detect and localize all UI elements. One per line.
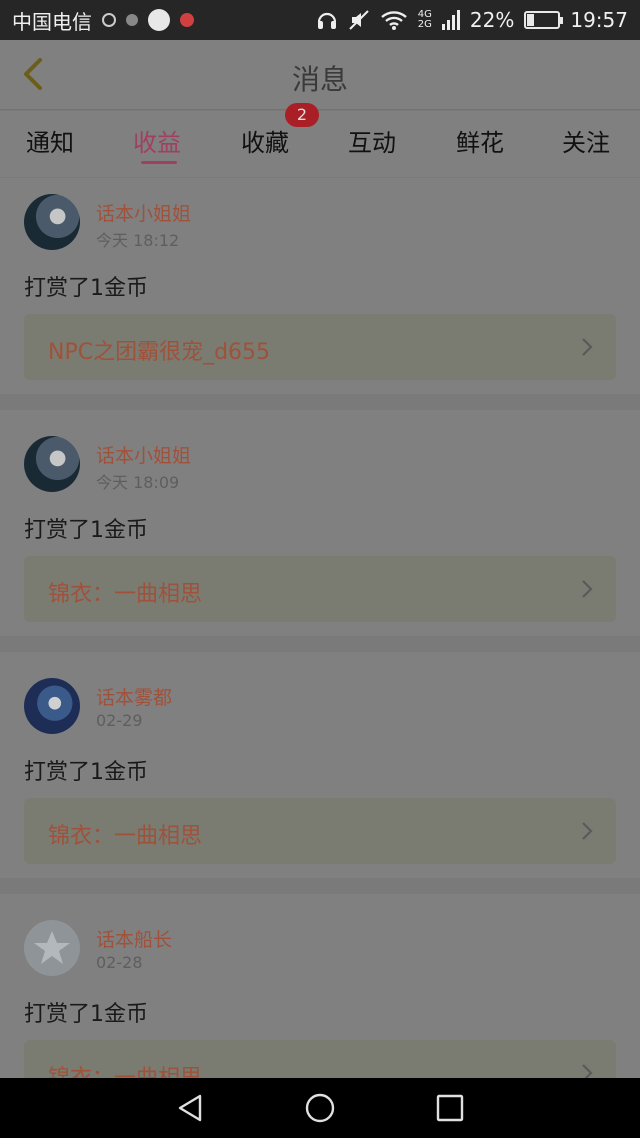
page-title: 消息 <box>291 63 348 96</box>
system-navigation-bar <box>0 1078 640 1138</box>
tab-following[interactable]: 关注 <box>562 123 610 158</box>
avatar[interactable] <box>24 678 80 734</box>
headphones-icon <box>317 12 336 29</box>
battery-icon <box>524 11 564 29</box>
message-text: 打赏了1金币 <box>24 518 148 543</box>
app-header: 消息 <box>0 40 640 110</box>
sender-name[interactable]: 话本雾都 <box>96 683 172 710</box>
message-text: 打赏了1金币 <box>24 1002 148 1027</box>
message-time: 02-29 <box>96 711 143 730</box>
tab-flowers[interactable]: 鲜花 <box>456 123 504 158</box>
signal-icon <box>441 10 460 30</box>
book-title: 锦衣：一曲相思 <box>48 1060 202 1078</box>
tab-bar: 通知 收益 收藏 2 互动 鲜花 关注 <box>0 103 640 177</box>
avatar[interactable] <box>24 194 80 250</box>
notification-icon <box>102 13 116 27</box>
status-bar: 中国电信 4G 2G 22% 19:57 <box>0 0 640 40</box>
book-link[interactable]: NPC之团霸很宠_d655 <box>24 314 616 380</box>
chevron-right-icon <box>582 822 593 840</box>
book-title: 锦衣：一曲相思 <box>48 582 203 607</box>
book-link[interactable]: 锦衣：一曲相思 <box>24 556 616 622</box>
sender-name[interactable]: 话本船长 <box>96 925 172 952</box>
list-item: 话本船长 02-28 打赏了1金币 锦衣：一曲相思 <box>0 894 640 1078</box>
notification-icon <box>148 9 170 31</box>
sender-name[interactable]: 话本小姐姐 <box>96 199 191 226</box>
book-title: 锦衣：一曲相思 <box>48 824 203 849</box>
tab-notifications[interactable]: 通知 <box>26 123 74 158</box>
carrier-name: 中国电信 <box>12 9 92 34</box>
message-time: 今天 18:12 <box>96 231 180 250</box>
default-avatar-icon <box>34 931 70 964</box>
avatar[interactable] <box>24 920 80 976</box>
chevron-right-icon <box>582 1064 593 1078</box>
book-link[interactable]: 锦衣：一曲相思 <box>24 1040 616 1078</box>
tab-earnings[interactable]: 收益 <box>133 123 181 158</box>
recents-square-icon[interactable] <box>434 1092 466 1124</box>
tab-favorites[interactable]: 收藏 <box>241 123 289 158</box>
list-item: 话本小姐姐 今天 18:09 打赏了1金币 锦衣：一曲相思 <box>0 410 640 636</box>
active-tab-indicator <box>141 161 177 164</box>
notification-icon <box>180 13 194 27</box>
avatar[interactable] <box>24 436 80 492</box>
tab-badge: 2 <box>285 103 319 127</box>
network-type: 4G 2G <box>417 9 432 30</box>
notification-icon <box>126 14 138 26</box>
sender-name[interactable]: 话本小姐姐 <box>96 441 191 468</box>
tab-interactions[interactable]: 互动 <box>348 123 396 158</box>
message-text: 打赏了1金币 <box>24 760 148 785</box>
battery-percent: 22% <box>469 8 515 32</box>
message-text: 打赏了1金币 <box>24 276 148 301</box>
clock: 19:57 <box>570 8 628 32</box>
wifi-icon <box>380 11 407 30</box>
mute-icon <box>349 10 369 30</box>
list-item: 话本小姐姐 今天 18:12 打赏了1金币 NPC之团霸很宠_d655 <box>0 178 640 394</box>
book-title: NPC之团霸很宠_d655 <box>48 340 271 365</box>
chevron-right-icon <box>582 580 593 598</box>
message-time: 02-28 <box>96 953 143 972</box>
home-circle-icon[interactable] <box>304 1092 336 1124</box>
message-list: 话本小姐姐 今天 18:12 打赏了1金币 NPC之团霸很宠_d655 话本小姐… <box>0 178 640 1078</box>
message-time: 今天 18:09 <box>96 473 180 492</box>
back-triangle-icon[interactable] <box>174 1092 206 1124</box>
book-link[interactable]: 锦衣：一曲相思 <box>24 798 616 864</box>
chevron-right-icon <box>582 338 593 356</box>
list-item: 话本雾都 02-29 打赏了1金币 锦衣：一曲相思 <box>0 652 640 878</box>
